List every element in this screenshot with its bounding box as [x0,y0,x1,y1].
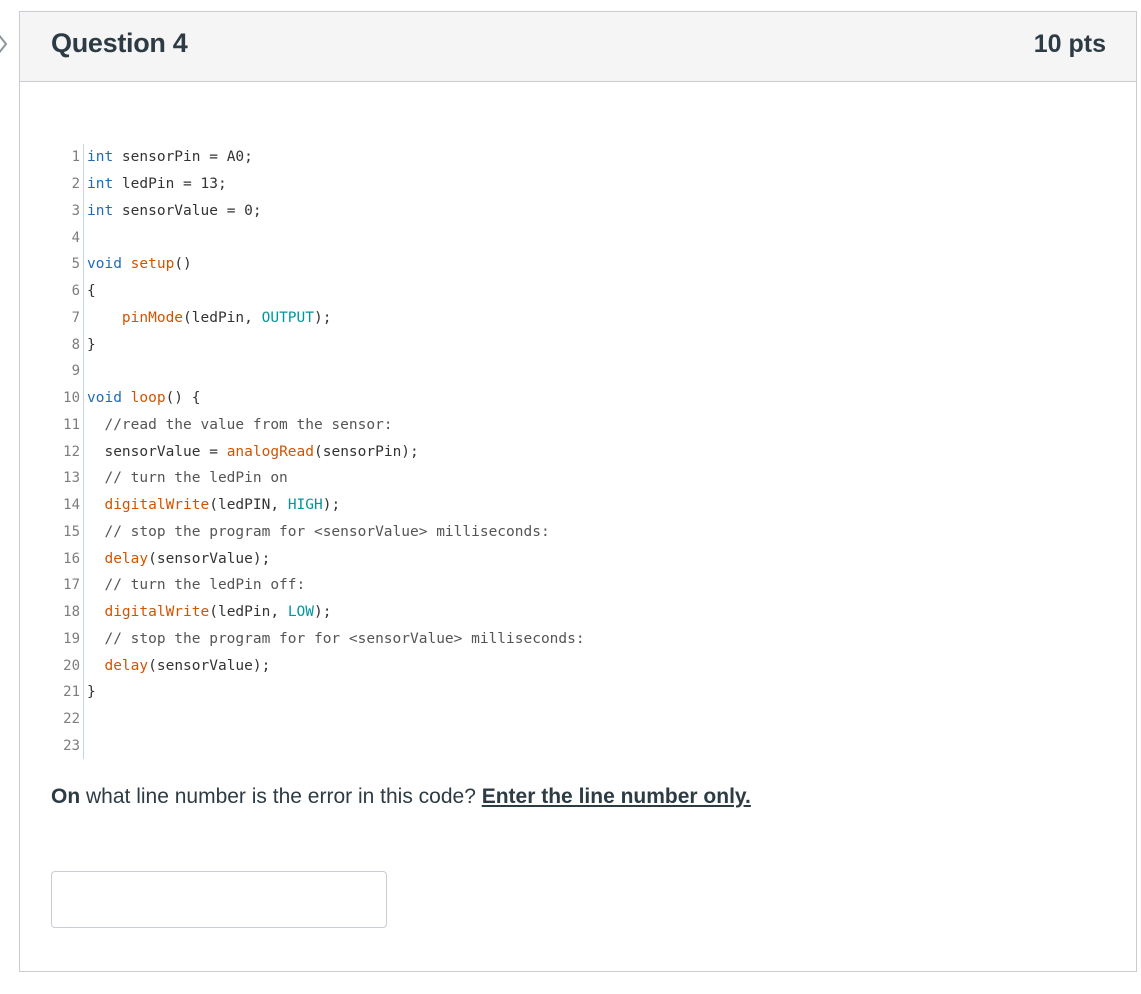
line-number: 8 [56,331,84,358]
line-number: 2 [56,170,84,198]
code-line: 9 [56,358,585,385]
code-text: // stop the program for for <sensorValue… [87,630,585,647]
code-text: int ledPin = 13; [87,176,227,193]
line-number: 20 [56,652,84,679]
line-number: 23 [56,732,84,760]
code-text: } [87,684,96,701]
code-text: digitalWrite(ledPin, LOW); [104,604,332,621]
line-number: 16 [56,545,84,572]
code-line: 6{ [56,277,585,305]
code-line: 11 //read the value from the sensor: [56,411,585,439]
code-text: int sensorValue = 0; [87,202,262,219]
line-number: 18 [56,598,84,626]
answer-input[interactable] [51,871,387,928]
code-text: } [87,336,96,353]
line-number: 10 [56,384,84,412]
line-number: 15 [56,518,84,546]
code-text: // turn the ledPin off: [87,577,306,594]
question-card: Question 4 10 pts 1 int sensorPin = A0; 2 i… [19,11,1137,972]
prompt-instruction: Enter the line number only. [481,785,751,808]
code-line: 10 void loop() { [56,384,585,412]
code-text: delay(sensorValue); [104,657,271,674]
line-number: 13 [56,465,84,492]
line-number: 22 [56,705,84,733]
code-text: pinMode(ledPin, OUTPUT); [121,309,332,326]
code-text: void loop() { [87,390,201,407]
question-prompt: On what line number is the error in this… [51,785,751,809]
line-number: 19 [56,625,84,653]
code-text: void setup() [87,256,192,273]
code-line: 15 // stop the program for <sensorValue>… [56,518,585,546]
code-line: 7 pinMode(ledPin, OUTPUT); [56,304,585,332]
code-line: 23 [56,732,585,760]
code-line: 17 // turn the ledPin off: [56,572,585,599]
code-text: sensorValue = analogRead(sensorPin); [87,443,419,460]
line-number: 1 [56,144,84,171]
line-number: 21 [56,679,84,706]
code-line: 13 // turn the ledPin on [56,465,585,492]
line-number: 11 [56,411,84,439]
code-text: digitalWrite(ledPIN, HIGH); [104,497,341,514]
code-line: 14 digitalWrite(ledPIN, HIGH); [56,491,585,519]
code-line: 2 int ledPin = 13; [56,170,585,198]
line-number: 5 [56,251,84,278]
prompt-bold-word: On [51,785,81,808]
code-line: 18 digitalWrite(ledPin, LOW); [56,598,585,626]
line-number: 14 [56,491,84,519]
code-line: 3 int sensorValue = 0; [56,197,585,225]
code-line: 8} [56,331,585,358]
code-line: 19 // stop the program for for <sensorVa… [56,625,585,653]
code-text: { [87,283,96,300]
code-text: // turn the ledPin on [87,470,288,487]
code-line: 1 int sensorPin = A0; [56,144,585,171]
code-line: 22 [56,705,585,733]
code-line: 20 delay(sensorValue); [56,652,585,679]
question-points: 10 pts [1033,30,1106,58]
code-line: 16 delay(sensorValue); [56,545,585,572]
code-line: 12 sensorValue = analogRead(sensorPin); [56,438,585,465]
line-number: 3 [56,197,84,225]
question-header: Question 4 10 pts [20,12,1136,82]
code-listing: 1 int sensorPin = A0; 2 int ledPin = 13; 3 in… [56,144,585,760]
line-number: 17 [56,572,84,599]
line-number: 9 [56,358,84,385]
code-text: delay(sensorValue); [104,550,271,567]
code-line: 21} [56,679,585,706]
chevron-right-icon[interactable] [0,30,10,58]
line-number: 12 [56,438,84,465]
prompt-text: what line number is the error in this co… [80,785,482,808]
line-number: 6 [56,277,84,305]
line-number: 4 [56,224,84,251]
question-title: Question 4 [51,28,188,58]
code-text: // stop the program for <sensorValue> mi… [87,523,550,540]
code-text: //read the value from the sensor: [87,416,393,433]
code-line: 4 [56,224,585,251]
code-text: int sensorPin = A0; [87,149,253,166]
code-line: 5 void setup() [56,251,585,278]
line-number: 7 [56,304,84,332]
